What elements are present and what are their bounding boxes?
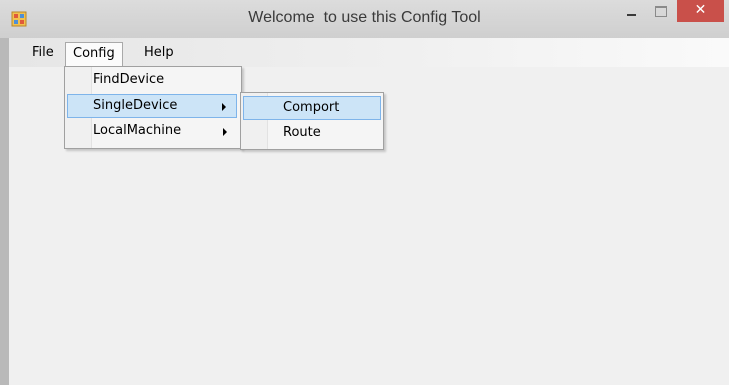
menu-item-label: LocalMachine	[93, 123, 182, 138]
submenu-arrow-icon	[223, 128, 227, 136]
menu-item-route[interactable]: Route	[243, 122, 381, 146]
menu-item-label: Comport	[283, 100, 340, 115]
menu-item-singledevice[interactable]: SingleDevice	[67, 94, 237, 118]
main-client-area: File Config Help FindDevice SingleDevice…	[9, 38, 729, 385]
menu-help[interactable]: Help	[137, 42, 181, 64]
menu-config[interactable]: Config	[65, 42, 123, 67]
close-icon: ✕	[694, 2, 707, 18]
menu-bar: File Config Help	[9, 38, 729, 67]
menu-item-finddevice[interactable]: FindDevice	[67, 69, 237, 93]
config-dropdown: FindDevice SingleDevice LocalMachine	[64, 66, 242, 149]
minimize-button[interactable]	[619, 0, 645, 22]
close-button[interactable]: ✕	[677, 0, 724, 22]
app-window: Welcome to use this Config Tool ✕ File C…	[0, 0, 729, 385]
menu-item-comport[interactable]: Comport	[243, 96, 381, 120]
menu-item-localmachine[interactable]: LocalMachine	[67, 120, 237, 144]
menu-item-label: SingleDevice	[93, 98, 178, 113]
submenu-arrow-icon	[222, 103, 226, 111]
menu-file[interactable]: File	[25, 42, 61, 64]
title-bar[interactable]: Welcome to use this Config Tool ✕	[0, 0, 729, 38]
maximize-button[interactable]	[648, 0, 674, 22]
menu-item-label: Route	[283, 125, 321, 140]
menu-item-label: FindDevice	[93, 72, 165, 87]
singledevice-submenu: Comport Route	[240, 92, 384, 150]
